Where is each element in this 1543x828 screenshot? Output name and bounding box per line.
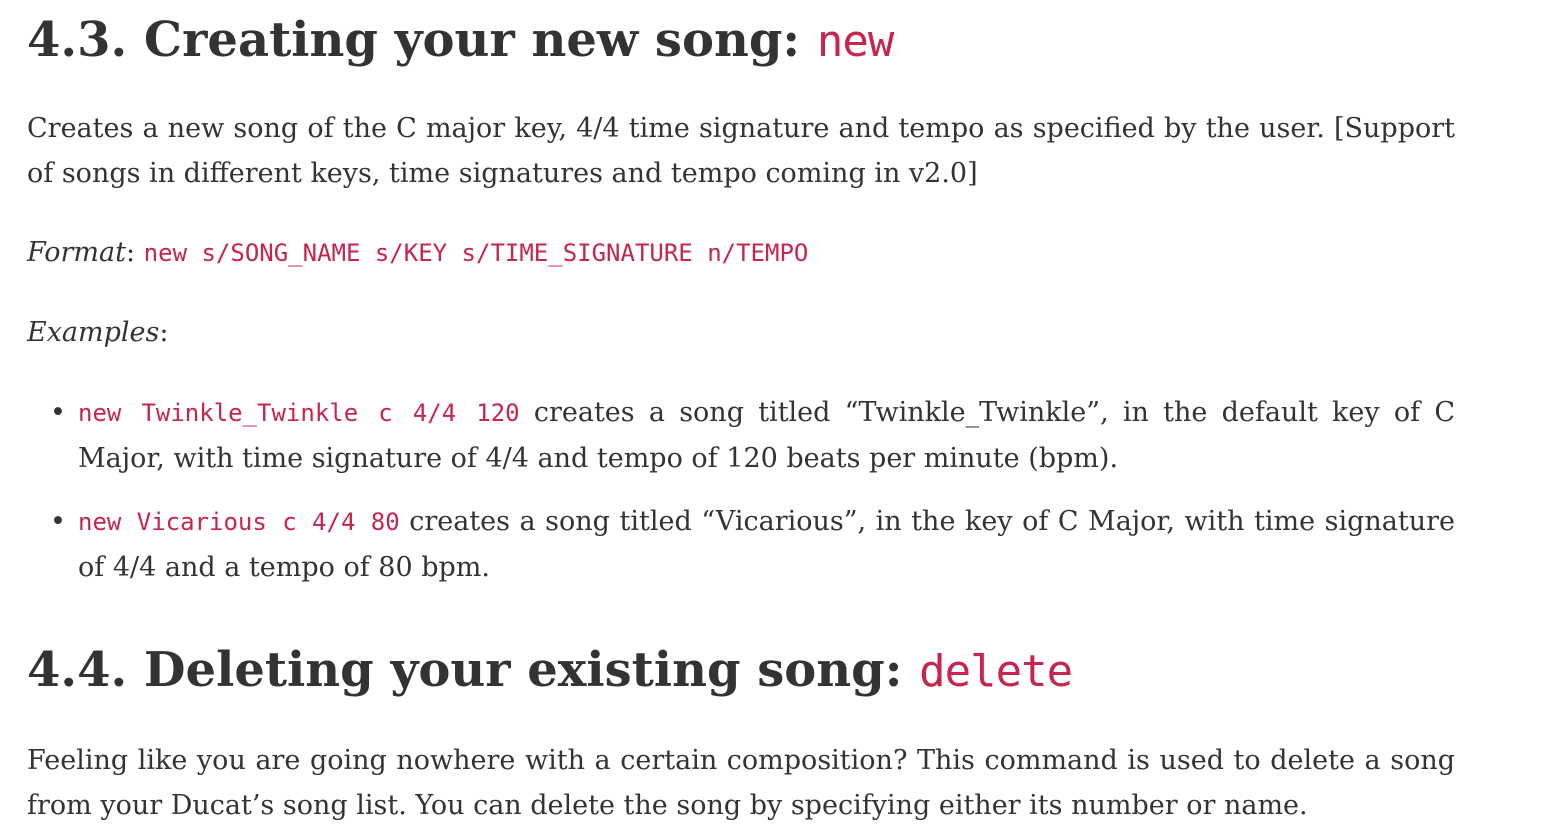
command-code-delete: delete — [919, 646, 1073, 697]
section-intro-paragraph: Feeling like you are going nowhere with … — [27, 745, 1455, 821]
section-intro-paragraph: Creates a new song of the C major key, 4… — [27, 113, 1455, 189]
command-code-new: new — [816, 16, 894, 67]
format-label: Format — [27, 237, 126, 268]
example-code: new Twinkle_Twinkle c 4/4 120 — [78, 399, 520, 427]
format-code: new s/SONG_NAME s/KEY s/TIME_SIGNATURE n… — [143, 239, 809, 267]
examples-label: Examples — [27, 317, 160, 348]
section-heading-text: 4.4. Deleting your existing song: — [27, 642, 920, 698]
bullet-icon: • — [50, 506, 66, 537]
list-item: • new Twinkle_Twinkle c 4/4 120 creates a… — [50, 390, 1455, 481]
bullet-icon: • — [50, 397, 66, 428]
examples-list: • new Twinkle_Twinkle c 4/4 120 creates a… — [27, 390, 1455, 608]
section-heading-deleting-song: 4.4. Deleting your existing song: delete — [27, 642, 1073, 700]
example-code: new Vicarious c 4/4 80 — [78, 508, 400, 536]
examples-paragraph: Examples: — [27, 310, 1455, 355]
list-item: • new Vicarious c 4/4 80 creates a song t… — [50, 499, 1455, 590]
section-heading-creating-song: 4.3. Creating your new song: new — [27, 12, 894, 70]
format-colon: : — [125, 237, 144, 268]
format-paragraph: Format: new s/SONG_NAME s/KEY s/TIME_SIG… — [27, 230, 1455, 276]
section-heading-text: 4.3. Creating your new song: — [27, 12, 817, 68]
examples-colon: : — [159, 317, 169, 348]
